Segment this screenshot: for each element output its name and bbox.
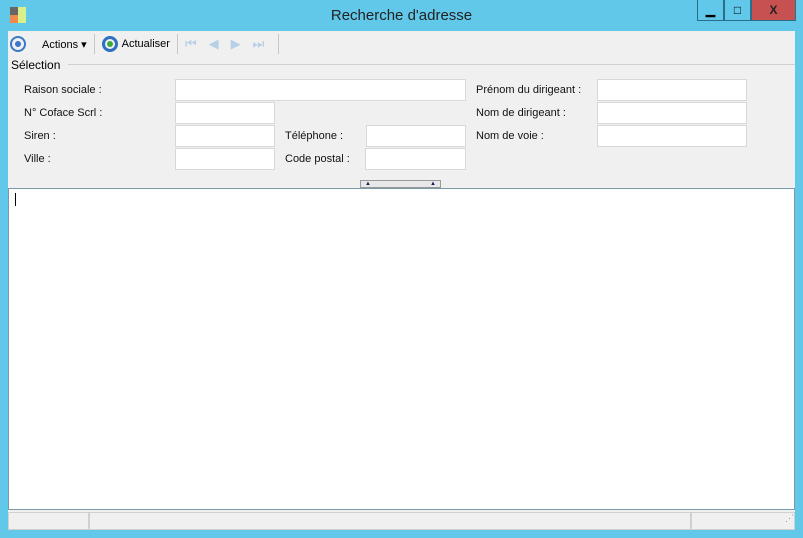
ville-input[interactable]: [175, 148, 275, 170]
prenom-input[interactable]: [597, 79, 747, 101]
collapse-up-icon[interactable]: ▲: [430, 181, 436, 187]
prenom-label: Prénom du dirigeant :: [476, 84, 582, 96]
selection-group-label: Sélection: [11, 58, 61, 72]
last-record-icon[interactable]: ⏭: [253, 36, 265, 52]
refresh-icon: [101, 36, 118, 52]
target-icon[interactable]: [10, 36, 26, 52]
telephone-label: Téléphone :: [285, 130, 344, 142]
siren-label: Siren :: [24, 130, 56, 142]
nom-label: Nom de dirigeant :: [476, 107, 566, 119]
maximize-button[interactable]: □: [724, 0, 751, 21]
status-bar: ⋰: [8, 512, 795, 530]
status-panel: [8, 512, 89, 530]
nom-input[interactable]: [597, 102, 747, 124]
results-area[interactable]: [8, 188, 795, 510]
resize-grip-icon[interactable]: ⋰: [691, 512, 795, 530]
splitter-handle[interactable]: ▲ ▲: [360, 180, 441, 188]
raison-sociale-input[interactable]: [175, 79, 466, 101]
first-record-icon[interactable]: ⏮: [185, 36, 197, 52]
previous-record-icon[interactable]: ◀: [209, 36, 219, 52]
code-postal-input[interactable]: [365, 148, 466, 170]
toolbar: Actions ▾ Actualiser ⏮ ◀ ▶ ⏭: [10, 32, 282, 56]
voie-input[interactable]: [597, 125, 747, 147]
actions-menu[interactable]: Actions ▾: [42, 38, 87, 51]
ville-label: Ville :: [24, 153, 51, 165]
group-border: [68, 64, 795, 65]
collapse-up-icon[interactable]: ▲: [365, 181, 371, 187]
minimize-button[interactable]: ▁: [697, 0, 724, 21]
voie-label: Nom de voie :: [476, 130, 544, 142]
coface-input[interactable]: [175, 102, 275, 124]
refresh-button[interactable]: Actualiser: [122, 38, 170, 50]
next-record-icon[interactable]: ▶: [231, 36, 241, 52]
coface-label: N° Coface Scrl :: [24, 107, 103, 119]
window-title: Recherche d'adresse: [330, 7, 473, 24]
siren-input[interactable]: [175, 125, 275, 147]
close-button[interactable]: X: [751, 0, 796, 21]
status-panel: [89, 512, 691, 530]
telephone-input[interactable]: [366, 125, 466, 147]
client-area: Actions ▾ Actualiser ⏮ ◀ ▶ ⏭ Sélection R…: [8, 31, 795, 530]
raison-sociale-label: Raison sociale :: [24, 84, 102, 96]
text-cursor: [15, 193, 16, 206]
code-postal-label: Code postal :: [285, 153, 350, 165]
